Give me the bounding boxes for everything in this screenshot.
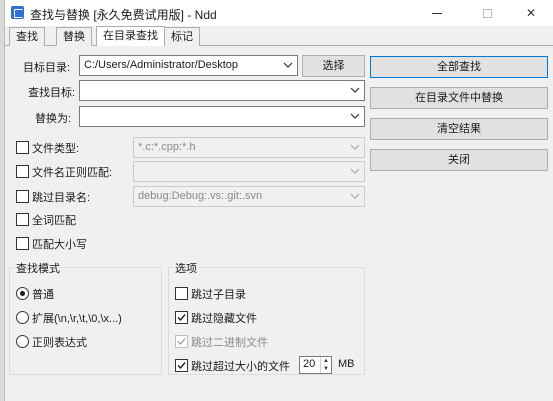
find-replace-window: 查找与替换 [永久免费试用版] - Ndd ✕ 查找 替换 在目录查找 标记 目… [4, 0, 553, 401]
maximize-button[interactable] [464, 0, 510, 26]
spin-down-icon[interactable]: ▼ [321, 365, 331, 373]
checkmark-icon [177, 362, 186, 370]
checkmark-icon [177, 314, 186, 322]
whole-word-checkbox[interactable] [16, 213, 29, 226]
window-title: 查找与替换 [永久免费试用版] - Ndd [30, 8, 217, 22]
search-mode-title: 查找模式 [14, 260, 62, 276]
title-bar[interactable]: 查找与替换 [永久免费试用版] - Ndd ✕ [5, 0, 553, 26]
file-type-checkbox[interactable] [16, 141, 29, 154]
tab-replace[interactable]: 替换 [56, 27, 92, 46]
chevron-down-icon [350, 165, 360, 177]
find-label: 查找目标: [28, 87, 76, 99]
filename-regex-checkbox[interactable] [16, 165, 29, 178]
radio-normal[interactable] [16, 287, 29, 300]
chevron-down-icon [350, 190, 360, 202]
close-button[interactable]: ✕ [508, 0, 553, 26]
radio-normal-label: 普通 [32, 289, 54, 301]
chevron-down-icon [350, 141, 360, 153]
radio-regex[interactable] [16, 335, 29, 348]
options-title: 选项 [173, 260, 199, 276]
chevron-down-icon [350, 84, 360, 96]
find-all-button[interactable]: 全部查找 [370, 56, 548, 78]
spin-up-icon[interactable]: ▲ [321, 357, 331, 365]
checkmark-icon [177, 338, 186, 346]
target-dir-combo[interactable]: C:/Users/Administrator/Desktop [79, 55, 298, 76]
tab-find[interactable]: 查找 [9, 27, 45, 46]
file-type-label: 文件类型: [32, 143, 80, 155]
replace-combo[interactable] [79, 106, 365, 127]
whole-word-label: 全词匹配 [32, 215, 76, 227]
target-dir-label: 目标目录: [23, 62, 71, 74]
tab-find-in-directory[interactable]: 在目录查找 [96, 26, 165, 46]
filename-regex-label: 文件名正则匹配: [32, 167, 113, 179]
skip-hidden-label: 跳过隐藏文件 [191, 313, 257, 325]
find-combo[interactable] [79, 80, 365, 101]
size-limit-value: 20 [303, 358, 316, 370]
file-type-value: *.c:*.cpp:*.h [138, 141, 196, 153]
skip-large-checkbox[interactable] [175, 359, 188, 372]
skip-subdir-label: 跳过子目录 [191, 289, 246, 301]
match-case-checkbox[interactable] [16, 237, 29, 250]
minimize-icon [432, 12, 442, 14]
spin-buttons[interactable]: ▲ ▼ [320, 357, 331, 373]
size-limit-spinbox[interactable]: 20 ▲ ▼ [299, 356, 332, 374]
replace-label: 替换为: [35, 113, 72, 125]
radio-extended-label: 扩展(\n,\r,\t,\0,\x...) [32, 313, 122, 325]
close-dialog-button[interactable]: 关闭 [370, 149, 548, 171]
close-icon: ✕ [525, 6, 537, 20]
skip-large-label: 跳过超过大小的文件 [191, 361, 290, 373]
file-type-combo[interactable]: *.c:*.cpp:*.h [133, 137, 365, 158]
size-unit-label: MB [338, 358, 355, 370]
target-dir-value: C:/Users/Administrator/Desktop [84, 59, 239, 71]
skip-hidden-checkbox[interactable] [175, 311, 188, 324]
replace-in-files-button[interactable]: 在目录文件中替换 [370, 87, 548, 109]
chevron-down-icon [283, 59, 293, 71]
tab-mark[interactable]: 标记 [164, 27, 200, 46]
app-icon [11, 6, 24, 19]
skip-dir-value: debug:Debug:.vs:.git:.svn [138, 190, 263, 202]
radio-extended[interactable] [16, 311, 29, 324]
radio-selected-dot [20, 291, 25, 296]
clear-results-button[interactable]: 清空结果 [370, 118, 548, 140]
filename-regex-combo[interactable] [133, 161, 365, 182]
skip-dir-checkbox[interactable] [16, 190, 29, 203]
skip-dir-combo[interactable]: debug:Debug:.vs:.git:.svn [133, 186, 365, 207]
skip-dir-label: 跳过目录名: [32, 192, 91, 204]
chevron-down-icon [350, 110, 360, 122]
maximize-icon [482, 8, 492, 18]
radio-regex-label: 正则表达式 [32, 337, 87, 349]
skip-binary-checkbox[interactable] [175, 335, 188, 348]
browse-button[interactable]: 选择 [302, 55, 365, 77]
minimize-button[interactable] [414, 0, 460, 26]
skip-binary-label: 跳过二进制文件 [191, 337, 268, 349]
match-case-label: 匹配大小写 [32, 239, 87, 251]
skip-subdir-checkbox[interactable] [175, 287, 188, 300]
